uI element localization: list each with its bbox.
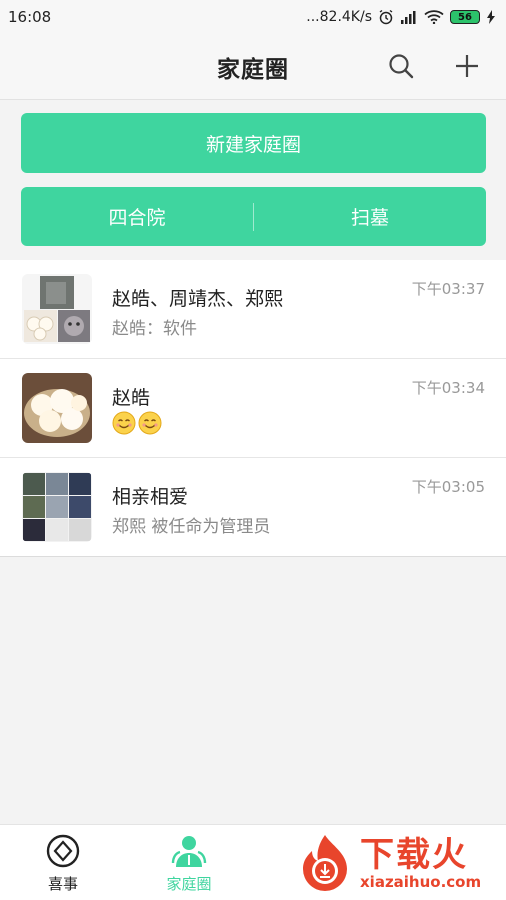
nav-item-happy-events[interactable]: 喜事 (0, 825, 126, 900)
list-item[interactable]: 赵皓、周靖杰、郑熙 赵皓：软件 下午03:37 (0, 260, 506, 359)
item-subtitle: 赵皓：软件 (112, 319, 197, 339)
status-icons: ...82.4K/s 56 (306, 9, 496, 25)
item-time: 下午03:34 (411, 379, 485, 397)
diamond-icon (46, 834, 80, 868)
avatar (22, 472, 92, 542)
alarm-icon (379, 9, 393, 25)
wifi-icon (424, 10, 444, 24)
smiling-face-icon (112, 411, 136, 435)
watermark-text: 下载火 (360, 834, 468, 875)
tomb-sweeping-button[interactable]: 扫墓 (254, 187, 486, 246)
watermark-logo: 下载火 xiazaihuo.com (296, 832, 502, 894)
search-icon (389, 54, 414, 79)
nav-item-family-circle[interactable]: 家庭圈 (126, 825, 252, 900)
charging-icon (487, 10, 495, 24)
signal-icon (401, 11, 416, 24)
courtyard-button[interactable]: 四合院 (21, 187, 253, 246)
people-icon (171, 836, 207, 867)
item-title: 相亲相爱 (112, 486, 189, 508)
nav-label: 家庭圈 (166, 875, 212, 893)
status-time: 16:08 (8, 8, 52, 26)
smiling-face-icon (138, 411, 162, 435)
item-subtitle: 郑熙 被任命为管理员 (112, 517, 271, 537)
page-title: 家庭圈 (217, 56, 289, 83)
status-bar: 16:08 ...82.4K/s 56 (0, 0, 506, 34)
item-title: 赵皓、周靖杰、郑熙 (112, 288, 284, 310)
battery-icon: 56 (450, 10, 480, 24)
item-time: 下午03:37 (411, 280, 485, 298)
add-button[interactable] (449, 48, 485, 84)
avatar (22, 373, 92, 443)
nav-label: 喜事 (47, 875, 78, 893)
list-item[interactable]: 赵皓 下午03:34 (0, 359, 506, 458)
item-title: 赵皓 (112, 387, 151, 409)
search-button[interactable] (383, 48, 419, 84)
network-speed: ...82.4K/s (306, 9, 372, 25)
list-item[interactable]: 相亲相爱 郑熙 被任命为管理员 下午03:05 (0, 458, 506, 557)
split-action-bar: 四合院 扫墓 (21, 187, 486, 246)
plus-icon (456, 55, 478, 77)
watermark-url: xiazaihuo.com (360, 872, 482, 891)
item-time: 下午03:05 (411, 478, 485, 496)
new-circle-button[interactable]: 新建家庭圈 (21, 113, 486, 173)
circle-list: 赵皓、周靖杰、郑熙 赵皓：软件 下午03:37 赵皓 下午03:34 相亲相爱 … (0, 260, 506, 557)
emoji-row (112, 411, 162, 435)
avatar (22, 274, 92, 344)
flame-logo-icon (303, 835, 347, 891)
app-header: 家庭圈 (0, 34, 506, 100)
